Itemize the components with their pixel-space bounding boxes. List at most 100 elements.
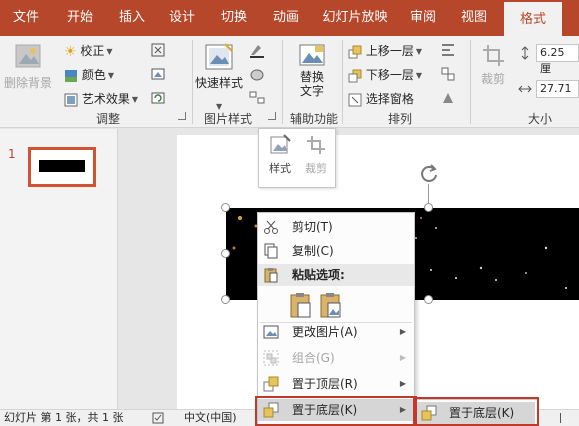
art-effects-icon	[64, 93, 78, 106]
chevron-down-icon: ▼	[107, 71, 114, 80]
tab-insert[interactable]: 插入	[108, 0, 156, 36]
rotate-icon[interactable]	[440, 90, 466, 106]
menu-item-copy[interactable]: 复制(C)	[258, 240, 414, 262]
menu-item-paste-options-label: 粘贴选项:	[292, 268, 345, 282]
copy-icon	[264, 243, 278, 259]
tab-view[interactable]: 视图	[448, 0, 500, 36]
menu-item-paste-options: 粘贴选项:	[258, 264, 414, 286]
tab-home[interactable]: 开始	[52, 0, 108, 36]
chevron-down-icon: ▼	[106, 47, 113, 56]
sun-icon: ☀	[64, 43, 77, 60]
mini-crop-button[interactable]: 裁剪	[301, 133, 331, 176]
menu-item-group[interactable]: 组合(G) ▶	[258, 347, 414, 369]
send-backward-button[interactable]: 下移一层 ▼	[348, 66, 422, 83]
ribbon-tab-bar: 文件 开始 插入 设计 切换 动画 幻灯片放映 审阅 视图 格式	[0, 0, 579, 36]
tab-animations[interactable]: 动画	[260, 0, 312, 36]
send-backward-label: 下移一层	[365, 68, 414, 82]
picture-effects-icon[interactable]	[248, 66, 270, 82]
group-separator	[470, 40, 471, 124]
group-label-arrange: 排列	[387, 112, 412, 126]
remove-background-button[interactable]: 删除背景	[4, 42, 52, 91]
highlight-box-submenu-item	[413, 397, 539, 426]
group-objects-icon[interactable]	[440, 66, 466, 82]
bring-to-front-icon	[263, 376, 279, 392]
resize-handle[interactable]	[221, 249, 230, 258]
submenu-arrow-icon: ▶	[399, 353, 406, 362]
ribbon-format: 删除背景 ☀ 校正 ▼ 颜色 ▼ 艺术效果 ▼ 调整 快速样式 ▼ 图片样式 替…	[0, 36, 579, 128]
menu-item-bring-to-front-label: 置于顶层(R)	[292, 377, 358, 391]
resize-handle[interactable]	[221, 295, 230, 304]
art-effects-button[interactable]: 艺术效果 ▼	[64, 90, 138, 107]
slide-thumbnail-1[interactable]	[28, 147, 96, 187]
correction-button[interactable]: ☀ 校正 ▼	[64, 42, 113, 60]
slide-thumbnail-pane: 1	[0, 129, 118, 409]
correction-label: 校正	[80, 44, 105, 58]
submenu-arrow-icon: ▶	[399, 327, 406, 336]
color-label: 颜色	[81, 68, 106, 82]
group-label-accessibility: 辅助功能	[289, 112, 338, 126]
tab-format[interactable]: 格式	[504, 0, 562, 36]
rotate-handle-icon[interactable]	[418, 162, 440, 184]
style-brush-icon	[270, 134, 291, 154]
menu-item-cut-label: 剪切(T)	[292, 220, 333, 234]
chevron-down-icon: ▼	[131, 95, 138, 104]
paste-keep-source-button[interactable]	[288, 291, 314, 319]
bring-forward-label: 上移一层	[365, 44, 414, 58]
menu-item-copy-label: 复制(C)	[292, 244, 334, 258]
slide-count-status: 幻灯片 第 1 张，共 1 张	[4, 411, 124, 424]
menu-item-change-picture[interactable]: 更改图片(A) ▶	[258, 321, 414, 343]
picture-layout-icon[interactable]	[248, 90, 270, 106]
paste-icon	[264, 268, 278, 283]
align-icon[interactable]	[440, 42, 466, 58]
mini-style-label: 样式	[269, 162, 291, 175]
thumbnail-image	[39, 160, 85, 172]
height-icon	[521, 46, 529, 60]
selection-pane-icon	[348, 93, 362, 106]
color-button[interactable]: 颜色 ▼	[64, 66, 114, 83]
mini-style-button[interactable]: 样式	[265, 133, 295, 176]
powerpoint-window: 文件 开始 插入 设计 切换 动画 幻灯片放映 审阅 视图 格式 删除背景 ☀ …	[0, 0, 579, 426]
menu-item-bring-to-front[interactable]: 置于顶层(R) ▶	[258, 373, 414, 395]
context-menu: 剪切(T) 复制(C) 粘贴选项: 更改图片(A) ▶ 组合(G) ▶ 置于顶层…	[257, 212, 415, 426]
tab-transitions[interactable]: 切换	[208, 0, 260, 36]
crop-button[interactable]: 裁剪	[474, 42, 512, 87]
selection-pane-label: 选择窗格	[365, 92, 414, 106]
bring-forward-button[interactable]: 上移一层 ▼	[348, 42, 422, 59]
chevron-down-icon: ▼	[415, 71, 422, 80]
tab-slideshow[interactable]: 幻灯片放映	[312, 0, 398, 36]
compress-pictures-icon[interactable]	[150, 42, 166, 58]
dialog-launcher-icon[interactable]	[268, 112, 276, 120]
picture-border-icon[interactable]	[248, 42, 270, 58]
change-picture-icon	[263, 325, 279, 339]
quick-styles-label: 快速样式	[194, 76, 243, 90]
tab-design[interactable]: 设计	[156, 0, 208, 36]
spellcheck-icon[interactable]	[152, 412, 166, 424]
resize-handle[interactable]	[221, 203, 230, 212]
scissors-icon	[264, 220, 278, 234]
alt-text-label-line2: 文字	[299, 84, 324, 98]
remove-background-icon	[15, 44, 41, 68]
menu-item-cut[interactable]: 剪切(T)	[258, 216, 414, 238]
reset-picture-icon[interactable]	[150, 90, 166, 106]
paste-as-picture-button[interactable]	[318, 291, 344, 319]
width-input[interactable]: 27.71	[536, 80, 579, 98]
selection-pane-button[interactable]: 选择窗格	[348, 90, 414, 107]
quick-styles-button[interactable]: 快速样式 ▼	[194, 42, 244, 111]
tab-file[interactable]: 文件	[0, 0, 52, 36]
language-status[interactable]: 中文(中国)	[184, 410, 237, 426]
width-icon	[518, 85, 532, 93]
height-input[interactable]: 6.25 厘	[536, 44, 579, 75]
alt-text-button[interactable]: 替换 文字	[290, 42, 334, 98]
resize-handle[interactable]	[424, 203, 433, 212]
mini-toolbar: 样式 裁剪	[258, 128, 336, 188]
submenu-arrow-icon: ▶	[399, 379, 406, 388]
change-picture-icon[interactable]	[150, 66, 166, 82]
zoom-slider-tick[interactable]	[560, 413, 561, 423]
group-label-adjust: 调整	[95, 112, 120, 126]
resize-handle[interactable]	[424, 295, 433, 304]
tab-review[interactable]: 审阅	[398, 0, 448, 36]
group-separator	[192, 40, 193, 124]
paste-clipboard-icon	[290, 293, 311, 318]
alt-text-icon	[299, 44, 325, 66]
dialog-launcher-icon[interactable]	[178, 112, 186, 120]
